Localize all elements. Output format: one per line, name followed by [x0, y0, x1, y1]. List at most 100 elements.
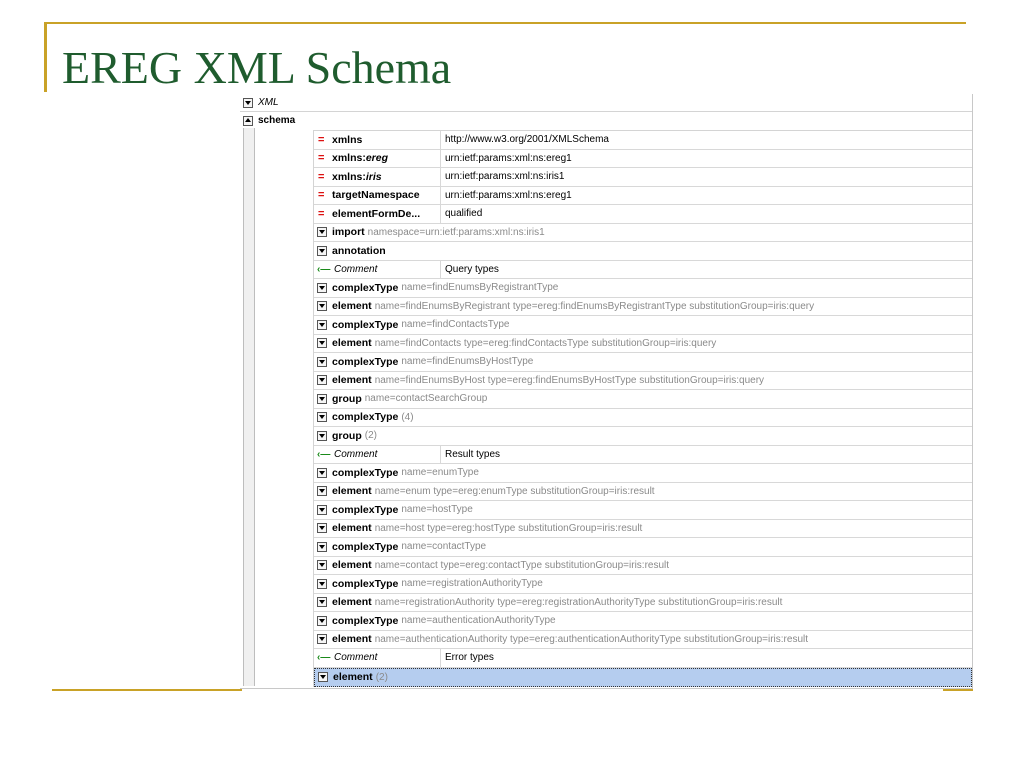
expand-icon[interactable] — [317, 393, 327, 404]
node-row[interactable]: group (2) — [314, 427, 972, 446]
node-attributes: namespace=urn:ietf:params:xml:ns:iris1 — [367, 226, 545, 238]
node-row[interactable]: element name=registrationAuthority type=e… — [314, 594, 972, 612]
attribute-name: xmlns — [332, 133, 363, 146]
expand-icon[interactable] — [317, 486, 327, 497]
schema-row[interactable]: schema — [240, 112, 972, 129]
attribute-row-target-namespace[interactable]: = targetNamespace urn:ietf:params:xml:ns:… — [314, 186, 972, 205]
comment-text[interactable]: Result types — [441, 449, 500, 460]
expand-icon[interactable] — [317, 338, 327, 349]
node-row[interactable]: complexType name=contactType — [314, 538, 972, 557]
expand-icon[interactable] — [317, 634, 327, 645]
attribute-name: elementFormDe... — [332, 207, 421, 220]
attribute-row-element-form-default[interactable]: = elementFormDe... qualified — [314, 205, 972, 224]
comment-text[interactable]: Error types — [441, 652, 494, 663]
node-row[interactable]: complexType (4) — [314, 409, 972, 427]
node-attributes: name=host type=ereg:hostType substitutio… — [374, 522, 643, 534]
attribute-value[interactable]: urn:ietf:params:xml:ns:iris1 — [441, 171, 564, 182]
attribute-value[interactable]: urn:ietf:params:xml:ns:ereg1 — [441, 153, 572, 164]
attribute-icon: = — [318, 152, 325, 165]
expand-icon[interactable] — [317, 412, 327, 423]
node-keyword: complexType — [332, 281, 399, 294]
attribute-icon: = — [318, 189, 325, 202]
node-attributes: name=contactType — [401, 541, 487, 553]
attribute-value[interactable]: urn:ietf:params:xml:ns:ereg1 — [441, 190, 572, 201]
node-keyword: element — [332, 633, 372, 646]
comment-text[interactable]: Query types — [441, 264, 499, 275]
node-row[interactable]: element name=contact type=ereg:contactTyp… — [314, 557, 972, 575]
node-attributes: name=findEnumsByHostType — [401, 356, 534, 368]
expand-icon[interactable] — [317, 227, 327, 238]
expand-icon[interactable] — [317, 301, 327, 312]
node-attributes: name=authenticationAuthorityType — [401, 615, 556, 627]
node-row[interactable]: element name=findEnumsByHost type=ereg:fi… — [314, 372, 972, 390]
node-row[interactable]: import namespace=urn:ietf:params:xml:ns:i… — [314, 224, 972, 242]
node-row[interactable]: complexType name=findEnumsByRegistrantTyp… — [314, 279, 972, 298]
expand-icon[interactable] — [318, 672, 328, 683]
attribute-name: xmlns:iris — [332, 170, 382, 183]
expand-icon[interactable] — [317, 319, 327, 330]
schema-children-table: = xmlns http://www.w3.org/2001/XMLSchema … — [313, 130, 972, 687]
node-row[interactable]: complexType name=registrationAuthorityTyp… — [314, 575, 972, 594]
node-row[interactable]: complexType name=authenticationAuthorityT… — [314, 612, 972, 631]
node-keyword: group — [332, 429, 362, 442]
node-row[interactable]: complexType name=enumType — [314, 464, 972, 483]
selected-node-row[interactable]: element (2) — [314, 667, 972, 687]
attribute-value[interactable]: http://www.w3.org/2001/XMLSchema — [441, 134, 609, 145]
node-keyword: complexType — [332, 355, 399, 368]
node-keyword: element — [332, 596, 372, 609]
xml-root-row[interactable]: XML — [240, 94, 972, 112]
schema-gutter — [243, 128, 255, 686]
node-keyword: element — [332, 485, 372, 498]
attribute-row-xmlns[interactable]: = xmlns http://www.w3.org/2001/XMLSchema — [314, 131, 972, 150]
expand-icon[interactable] — [317, 578, 327, 589]
expand-icon[interactable] — [317, 560, 327, 571]
expand-icon[interactable] — [317, 523, 327, 534]
node-row[interactable]: element name=findEnumsByRegistrant type=e… — [314, 298, 972, 316]
expand-icon[interactable] — [317, 356, 327, 367]
node-attributes: name=contactSearchGroup — [364, 393, 488, 405]
node-keyword: element — [332, 374, 372, 387]
node-keyword: complexType — [332, 411, 399, 424]
node-attributes: name=registrationAuthority type=ereg:reg… — [374, 596, 783, 608]
attribute-row-xmlns-ereg[interactable]: = xmlns:ereg urn:ietf:params:xml:ns:ereg1 — [314, 149, 972, 168]
comment-row[interactable]: ‹— Comment Query types — [314, 260, 972, 279]
node-row[interactable]: complexType name=hostType — [314, 501, 972, 520]
xml-root-label: XML — [258, 97, 279, 108]
top-rule — [44, 22, 966, 24]
attribute-icon: = — [318, 133, 325, 146]
expand-icon[interactable] — [317, 375, 327, 386]
collapse-icon[interactable] — [243, 97, 253, 108]
comment-row[interactable]: ‹— Comment Result types — [314, 445, 972, 464]
attribute-icon: = — [318, 170, 325, 183]
attribute-value[interactable]: qualified — [441, 208, 482, 219]
title-accent-bar — [44, 22, 47, 92]
slide-title: EREG XML Schema — [62, 42, 452, 93]
attribute-row-xmlns-iris[interactable]: = xmlns:iris urn:ietf:params:xml:ns:iris1 — [314, 168, 972, 187]
expand-icon[interactable] — [317, 245, 327, 256]
node-row[interactable]: element name=findContacts type=ereg:findC… — [314, 335, 972, 353]
comment-label: Comment — [334, 263, 378, 275]
node-row[interactable]: complexType name=findEnumsByHostType — [314, 353, 972, 372]
node-keyword: complexType — [332, 614, 399, 627]
node-row[interactable]: complexType name=findContactsType — [314, 316, 972, 335]
node-row[interactable]: group name=contactSearchGroup — [314, 390, 972, 409]
attribute-name: xmlns:ereg — [332, 152, 389, 165]
node-attributes: name=findContacts type=ereg:findContacts… — [374, 337, 717, 349]
node-row[interactable]: element name=host type=ereg:hostType subs… — [314, 520, 972, 538]
node-row[interactable]: element name=enum type=ereg:enumType subs… — [314, 483, 972, 501]
expand-icon[interactable] — [317, 597, 327, 608]
node-attributes: name=findEnumsByRegistrant type=ereg:fin… — [374, 300, 815, 312]
node-row[interactable]: annotation — [314, 242, 972, 261]
comment-icon: ‹— — [317, 652, 331, 664]
expand-icon[interactable] — [317, 504, 327, 515]
expand-icon[interactable] — [317, 615, 327, 626]
comment-row[interactable]: ‹— Comment Error types — [314, 649, 972, 668]
expand-icon[interactable] — [317, 430, 327, 441]
node-attributes: (2) — [364, 430, 377, 442]
expand-icon[interactable] — [317, 467, 327, 478]
expand-icon[interactable] — [317, 541, 327, 552]
expand-up-icon[interactable] — [243, 115, 253, 126]
expand-icon[interactable] — [317, 282, 327, 293]
node-row[interactable]: element name=authenticationAuthority type… — [314, 631, 972, 649]
node-keyword: import — [332, 226, 365, 239]
